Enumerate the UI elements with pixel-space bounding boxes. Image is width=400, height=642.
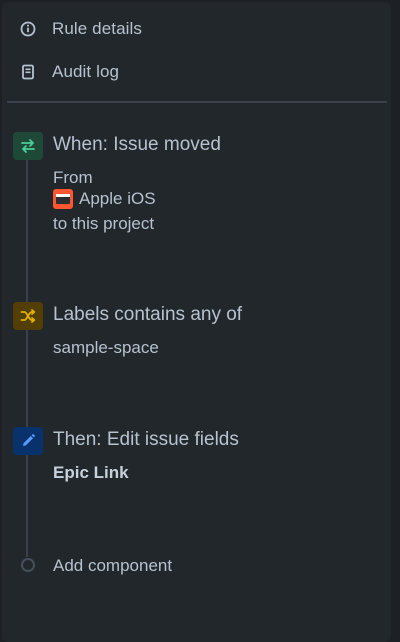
condition-value: sample-space xyxy=(53,338,159,357)
audit-log-link[interactable]: Audit log xyxy=(10,56,380,88)
trigger-to-label: to this project xyxy=(53,214,155,233)
trigger-project-name: Apple iOS xyxy=(79,189,156,208)
action-field: Epic Link xyxy=(53,463,129,482)
rule-details-link[interactable]: Rule details xyxy=(10,13,380,45)
trigger-title[interactable]: When: Issue moved xyxy=(53,134,221,156)
info-icon xyxy=(16,17,40,41)
action-title[interactable]: Then: Edit issue fields xyxy=(53,429,239,451)
rule-editor-frame: Rule details Audit log When: Issue moved… xyxy=(0,0,400,642)
pencil-icon[interactable] xyxy=(13,427,43,455)
add-component-dot-icon xyxy=(21,558,35,572)
rule-details-label: Rule details xyxy=(52,19,143,38)
transfer-arrows-icon[interactable] xyxy=(13,132,43,160)
add-component-button[interactable]: Add component xyxy=(53,556,172,576)
document-icon xyxy=(16,60,40,84)
shuffle-icon[interactable] xyxy=(13,302,43,330)
timeline-connector xyxy=(26,145,28,557)
trigger-project: Apple iOS xyxy=(53,189,156,209)
project-avatar-icon xyxy=(53,189,73,209)
trigger-from-label: From xyxy=(53,168,93,187)
condition-title[interactable]: Labels contains any of xyxy=(53,304,242,326)
divider xyxy=(7,101,387,103)
audit-log-label: Audit log xyxy=(52,62,120,81)
